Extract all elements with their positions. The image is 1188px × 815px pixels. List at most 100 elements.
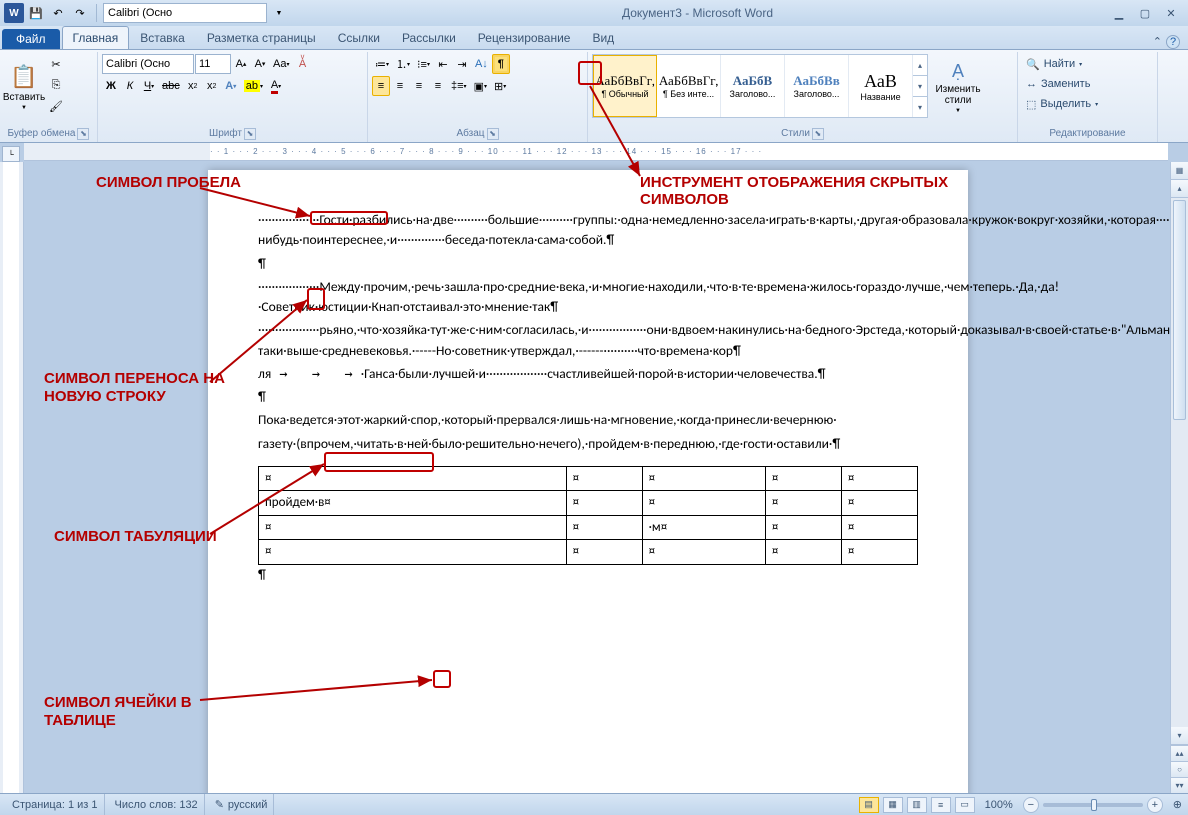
zoom-slider[interactable] [1043, 803, 1143, 807]
view-outline[interactable]: ≡ [931, 797, 951, 813]
text-effects-button[interactable]: A▾ [222, 76, 240, 96]
doc-paragraph[interactable]: газету·(впрочем,·читать·в·ней·было·решит… [258, 434, 918, 454]
doc-paragraph[interactable]: Пока·ведется·этот·жаркий·спор,·который·п… [258, 410, 918, 430]
highlight-button[interactable]: ab▾ [241, 76, 266, 96]
italic-button[interactable]: К [121, 76, 139, 96]
help-icon[interactable]: ? [1166, 35, 1180, 49]
zoom-in-button[interactable]: + [1147, 797, 1163, 813]
view-full-read[interactable]: ▦ [883, 797, 903, 813]
change-case-button[interactable]: Aa▾ [270, 54, 292, 74]
tab-mailings[interactable]: Рассылки [391, 26, 467, 49]
clear-format-button[interactable]: Aͮ [293, 54, 311, 74]
grow-font-button[interactable]: A▴ [232, 54, 250, 74]
shading-button[interactable]: ▣▾ [471, 76, 490, 96]
zoom-out-button[interactable]: − [1023, 797, 1039, 813]
qat-font-select[interactable] [103, 3, 267, 23]
align-right-button[interactable]: ≡ [410, 76, 428, 96]
clipboard-launcher[interactable]: ⬊ [77, 128, 89, 140]
ruler-horizontal[interactable]: · · 1 · · · 2 · · · 3 · · · 4 · · · 5 · … [24, 143, 1168, 161]
font-launcher[interactable]: ⬊ [244, 128, 256, 140]
doc-paragraph[interactable]: ¶ [258, 387, 918, 407]
indent-dec-button[interactable]: ⇤ [434, 54, 452, 74]
ruler-vertical[interactable] [0, 162, 24, 793]
show-marks-button[interactable]: ¶ [492, 54, 510, 74]
subscript-button[interactable]: x2 [184, 76, 202, 96]
multilevel-button[interactable]: ⁝≡▾ [414, 54, 433, 74]
qat-dropdown[interactable]: ▼ [269, 3, 289, 23]
format-painter-button[interactable]: 🖌 [46, 96, 66, 116]
style-heading2[interactable]: АаБбВвЗаголово... [785, 55, 849, 117]
scroll-down-button[interactable]: ▾ [1171, 727, 1188, 745]
table-row[interactable]: ¤¤¤¤¤ [259, 540, 918, 565]
zoom-knob[interactable] [1091, 799, 1097, 811]
prev-page-button[interactable]: ▴▴ [1171, 745, 1188, 761]
scroll-thumb[interactable] [1173, 200, 1186, 420]
find-button[interactable]: 🔍Найти▾ [1022, 54, 1153, 74]
font-name-select[interactable] [102, 54, 194, 74]
status-words[interactable]: Число слов: 132 [109, 794, 205, 815]
zoom-fit-button[interactable]: ⊕ [1173, 798, 1182, 811]
paragraph-launcher[interactable]: ⬊ [487, 128, 499, 140]
document-page[interactable]: ··················Гости·разбились·на·две… [208, 170, 968, 793]
doc-paragraph[interactable]: ··················Между·прочим,·речь·заш… [258, 277, 918, 318]
view-print-layout[interactable]: ▤ [859, 797, 879, 813]
doc-paragraph[interactable]: ··················рьяно,·что·хозяйка·тут… [258, 320, 918, 361]
view-web[interactable]: ▥ [907, 797, 927, 813]
cut-button[interactable]: ✂ [47, 54, 65, 74]
font-size-select[interactable] [195, 54, 231, 74]
style-title[interactable]: АаВНазвание [849, 55, 913, 117]
save-button[interactable]: 💾 [26, 3, 46, 23]
tab-layout[interactable]: Разметка страницы [196, 26, 327, 49]
browse-object-button[interactable]: ○ [1171, 761, 1188, 777]
doc-paragraph[interactable]: ля → → → ·Ганса·были·лучшей·и···········… [258, 364, 918, 384]
change-styles-button[interactable]: Ạ Изменить стили ▼ [930, 54, 986, 120]
undo-button[interactable]: ↶ [48, 3, 68, 23]
line-spacing-button[interactable]: ‡≡▾ [448, 76, 470, 96]
bold-button[interactable]: Ж [102, 76, 120, 96]
replace-button[interactable]: ↔Заменить [1022, 74, 1153, 94]
align-left-button[interactable]: ≡ [372, 76, 390, 96]
ribbon-minimize-icon[interactable]: ⌃ [1153, 35, 1162, 49]
shrink-font-button[interactable]: A▾ [251, 54, 269, 74]
borders-button[interactable]: ⊞▾ [491, 76, 509, 96]
close-button[interactable]: ✕ [1158, 4, 1184, 22]
align-center-button[interactable]: ≡ [391, 76, 409, 96]
status-language[interactable]: ✎русский [209, 794, 275, 815]
next-page-button[interactable]: ▾▾ [1171, 777, 1188, 793]
strike-button[interactable]: abc [159, 76, 183, 96]
redo-button[interactable]: ↷ [70, 3, 90, 23]
scroll-track[interactable] [1171, 198, 1188, 727]
document-area[interactable]: ··················Гости·разбились·на·две… [24, 162, 1188, 793]
doc-paragraph[interactable]: ¶ [258, 254, 918, 274]
paste-button[interactable]: 📋 Вставить ▼ [4, 54, 44, 120]
table-row[interactable]: ¤¤·м¤¤¤ [259, 515, 918, 540]
tab-home[interactable]: Главная [62, 26, 130, 49]
underline-button[interactable]: Ч▾ [140, 76, 158, 96]
maximize-button[interactable]: ▢ [1132, 4, 1158, 22]
copy-button[interactable]: ⎘ [47, 75, 65, 95]
bullets-button[interactable]: ≔▾ [372, 54, 392, 74]
styles-scroll-up[interactable]: ▴ [913, 55, 927, 75]
font-color-button[interactable]: A▾ [267, 76, 285, 96]
tab-review[interactable]: Рецензирование [467, 26, 582, 49]
styles-scroll-down[interactable]: ▾ [913, 75, 927, 96]
align-justify-button[interactable]: ≡ [429, 76, 447, 96]
tab-view[interactable]: Вид [581, 26, 625, 49]
styles-more[interactable]: ▾ [913, 96, 927, 117]
select-button[interactable]: ⬚Выделить▾ [1022, 94, 1153, 114]
numbering-button[interactable]: ⒈▾ [393, 54, 413, 74]
table-row[interactable]: пройдем·в¤¤¤¤¤ [259, 491, 918, 516]
superscript-button[interactable]: x2 [203, 76, 221, 96]
styles-launcher[interactable]: ⬊ [812, 128, 824, 140]
indent-inc-button[interactable]: ⇥ [453, 54, 471, 74]
word-icon[interactable]: W [4, 3, 24, 23]
style-no-spacing[interactable]: АаБбВвГг,¶ Без инте... [657, 55, 721, 117]
tab-file[interactable]: Файл [2, 29, 60, 49]
tab-references[interactable]: Ссылки [327, 26, 391, 49]
doc-table[interactable]: ¤¤¤¤¤ пройдем·в¤¤¤¤¤ ¤¤·м¤¤¤ ¤¤¤¤¤ [258, 466, 918, 565]
status-page[interactable]: Страница: 1 из 1 [6, 794, 105, 815]
minimize-button[interactable]: ▁ [1106, 4, 1132, 22]
ruler-tab-selector[interactable]: └ [2, 146, 20, 162]
sort-button[interactable]: A↓ [472, 54, 491, 74]
vertical-scrollbar[interactable]: ▦ ▴ ▾ ▴▴ ○ ▾▾ [1170, 162, 1188, 793]
